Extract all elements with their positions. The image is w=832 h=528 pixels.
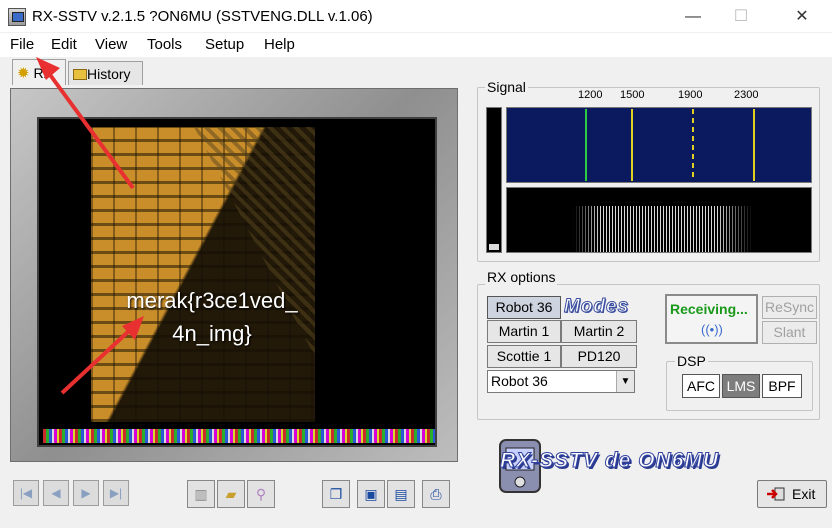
noise-strip [43,429,435,443]
sync-1200-marker [585,109,587,181]
print-button[interactable]: ⎙ [422,480,450,508]
save-button[interactable]: ▣ [357,480,385,508]
mode-scottie1-button[interactable]: Scottie 1 [487,345,561,368]
last-image-button[interactable]: ▶| [103,480,129,506]
menu-bar: File Edit View Tools Setup Help [0,33,832,57]
last-icon: ▶| [109,486,123,500]
rx-options-label: RX options [485,269,558,285]
window-title: RX-SSTV v.2.1.5 ?ON6MU (SSTVENG.DLL v.1.… [32,8,373,25]
black-1500-marker [631,109,633,181]
chevron-down-icon[interactable]: ▼ [616,371,634,392]
app-icon[interactable] [8,8,26,26]
close-button[interactable]: ✕ [779,0,825,33]
freq-label-1500: 1500 [620,89,645,101]
menu-help[interactable]: Help [264,36,295,53]
menu-file[interactable]: File [10,36,34,53]
mode-select[interactable]: Robot 36 ▼ [487,370,635,393]
open-button[interactable]: ▰ [217,480,245,508]
prev-icon: ◀ [51,486,61,500]
next-icon: ▶ [81,486,91,500]
tab-history-label: History [87,66,131,82]
first-icon: |◀ [19,486,33,500]
receive-status-box: Receiving... ((•)) [665,294,758,344]
afc-button[interactable]: AFC [682,374,720,398]
previous-image-button[interactable]: ◀ [43,480,69,506]
mode-select-value: Robot 36 [491,373,548,389]
zoom-icon: ⚲ [255,486,267,502]
image-caption: merak{r3ce1ved_ 4n_img} [97,284,327,350]
tab-strip: ✹ RX History [0,57,832,85]
trash-icon: ▥ [194,486,208,502]
received-image: merak{r3ce1ved_ 4n_img} [37,117,437,447]
exit-label: Exit [792,486,816,502]
dsp-label: DSP [675,353,708,369]
mode-robot36-button[interactable]: Robot 36 [487,296,561,319]
copy-button[interactable]: ❐ [322,480,350,508]
next-image-button[interactable]: ▶ [73,480,99,506]
tab-rx[interactable]: ✹ RX [12,59,66,85]
save-as-button[interactable]: ▤ [387,480,415,508]
folder-icon [73,69,87,80]
signal-label: Signal [485,79,528,95]
center-1900-marker [692,109,694,181]
menu-edit[interactable]: Edit [51,36,77,53]
image-frame: merak{r3ce1ved_ 4n_img} [10,88,458,462]
print-icon: ⎙ [430,486,442,502]
tab-rx-label: RX [33,65,53,81]
mode-martin2-button[interactable]: Martin 2 [561,320,637,343]
first-image-button[interactable]: |◀ [13,480,39,506]
lms-button[interactable]: LMS [722,374,760,398]
save-icon: ▣ [364,486,378,502]
freq-label-1900: 1900 [678,89,703,101]
freq-label-1200: 1200 [578,89,603,101]
freq-label-2300: 2300 [734,89,759,101]
caption-line-2: 4n_img} [172,321,252,346]
bpf-button[interactable]: BPF [762,374,802,398]
delete-button[interactable]: ▥ [187,480,215,508]
menu-tools[interactable]: Tools [147,36,182,53]
open-folder-icon: ▰ [225,486,237,502]
spectrum-display[interactable] [506,107,812,183]
save-as-icon: ▤ [394,486,408,502]
mode-pd120-button[interactable]: PD120 [561,345,637,368]
slant-button[interactable]: Slant [762,321,817,344]
waterfall-display [506,187,812,253]
decoded-photo [91,127,315,422]
title-bar: RX-SSTV v.2.1.5 ?ON6MU (SSTVENG.DLL v.1.… [0,0,832,33]
gear-icon: ✹ [17,65,30,82]
tab-history[interactable]: History [68,61,143,85]
maximize-button[interactable]: ☐ [718,0,764,33]
brand-logo: RX-SSTV de ON6MU [499,449,720,473]
minimize-button[interactable]: — [670,0,716,33]
antenna-icon: ((•)) [701,322,723,337]
exit-button[interactable]: Exit [757,480,827,508]
zoom-button[interactable]: ⚲ [247,480,275,508]
signal-level-meter [486,107,502,253]
menu-view[interactable]: View [95,36,127,53]
exit-door-icon [767,487,785,501]
receiving-status: Receiving... [670,301,748,317]
mode-martin1-button[interactable]: Martin 1 [487,320,561,343]
menu-setup[interactable]: Setup [205,36,244,53]
copy-icon: ❐ [329,486,343,502]
white-2300-marker [753,109,755,181]
modes-logo: Modes [563,296,630,318]
caption-line-1: merak{r3ce1ved_ [126,288,298,313]
resync-button[interactable]: ReSync [762,296,817,319]
